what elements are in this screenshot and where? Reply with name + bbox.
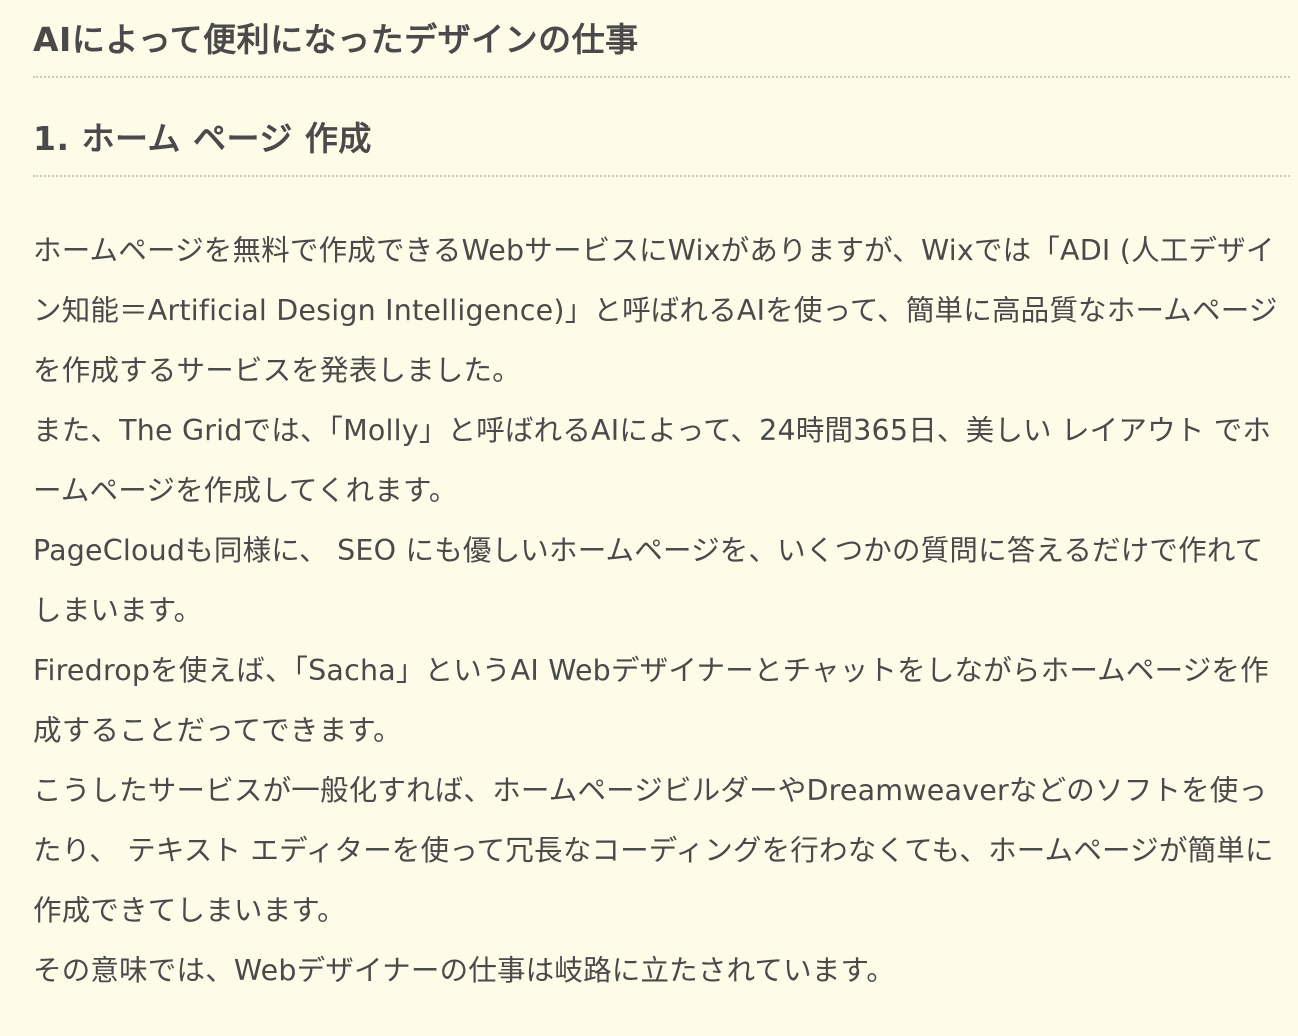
article: AIによって便利になったデザインの仕事 1. ホーム ページ 作成 ホームページ… bbox=[0, 0, 1298, 1036]
paragraph: ホームページを無料で作成できるWebサービスにWixがありますが、Wixでは「A… bbox=[33, 234, 1278, 387]
section-heading: 1. ホーム ページ 作成 bbox=[33, 119, 1290, 177]
paragraph: その意味では、Webデザイナーの仕事は岐路に立たされています。 bbox=[33, 954, 896, 987]
article-body: ホームページを無料で作成できるWebサービスにWixがありますが、Wixでは「A… bbox=[33, 221, 1290, 1001]
paragraph: PageCloudも同様に、 SEO にも優しいホームページを、いくつかの質問に… bbox=[33, 534, 1264, 627]
paragraph: また、The Gridでは、「Molly」と呼ばれるAIによって、24時間365… bbox=[33, 414, 1272, 507]
paragraph: こうしたサービスが一般化すれば、ホームページビルダーやDreamweaverなど… bbox=[33, 774, 1274, 927]
article-title: AIによって便利になったデザインの仕事 bbox=[33, 0, 1290, 78]
paragraph: Firedropを使えば、「Sacha」というAI Webデザイナーとチャットを… bbox=[33, 654, 1269, 747]
